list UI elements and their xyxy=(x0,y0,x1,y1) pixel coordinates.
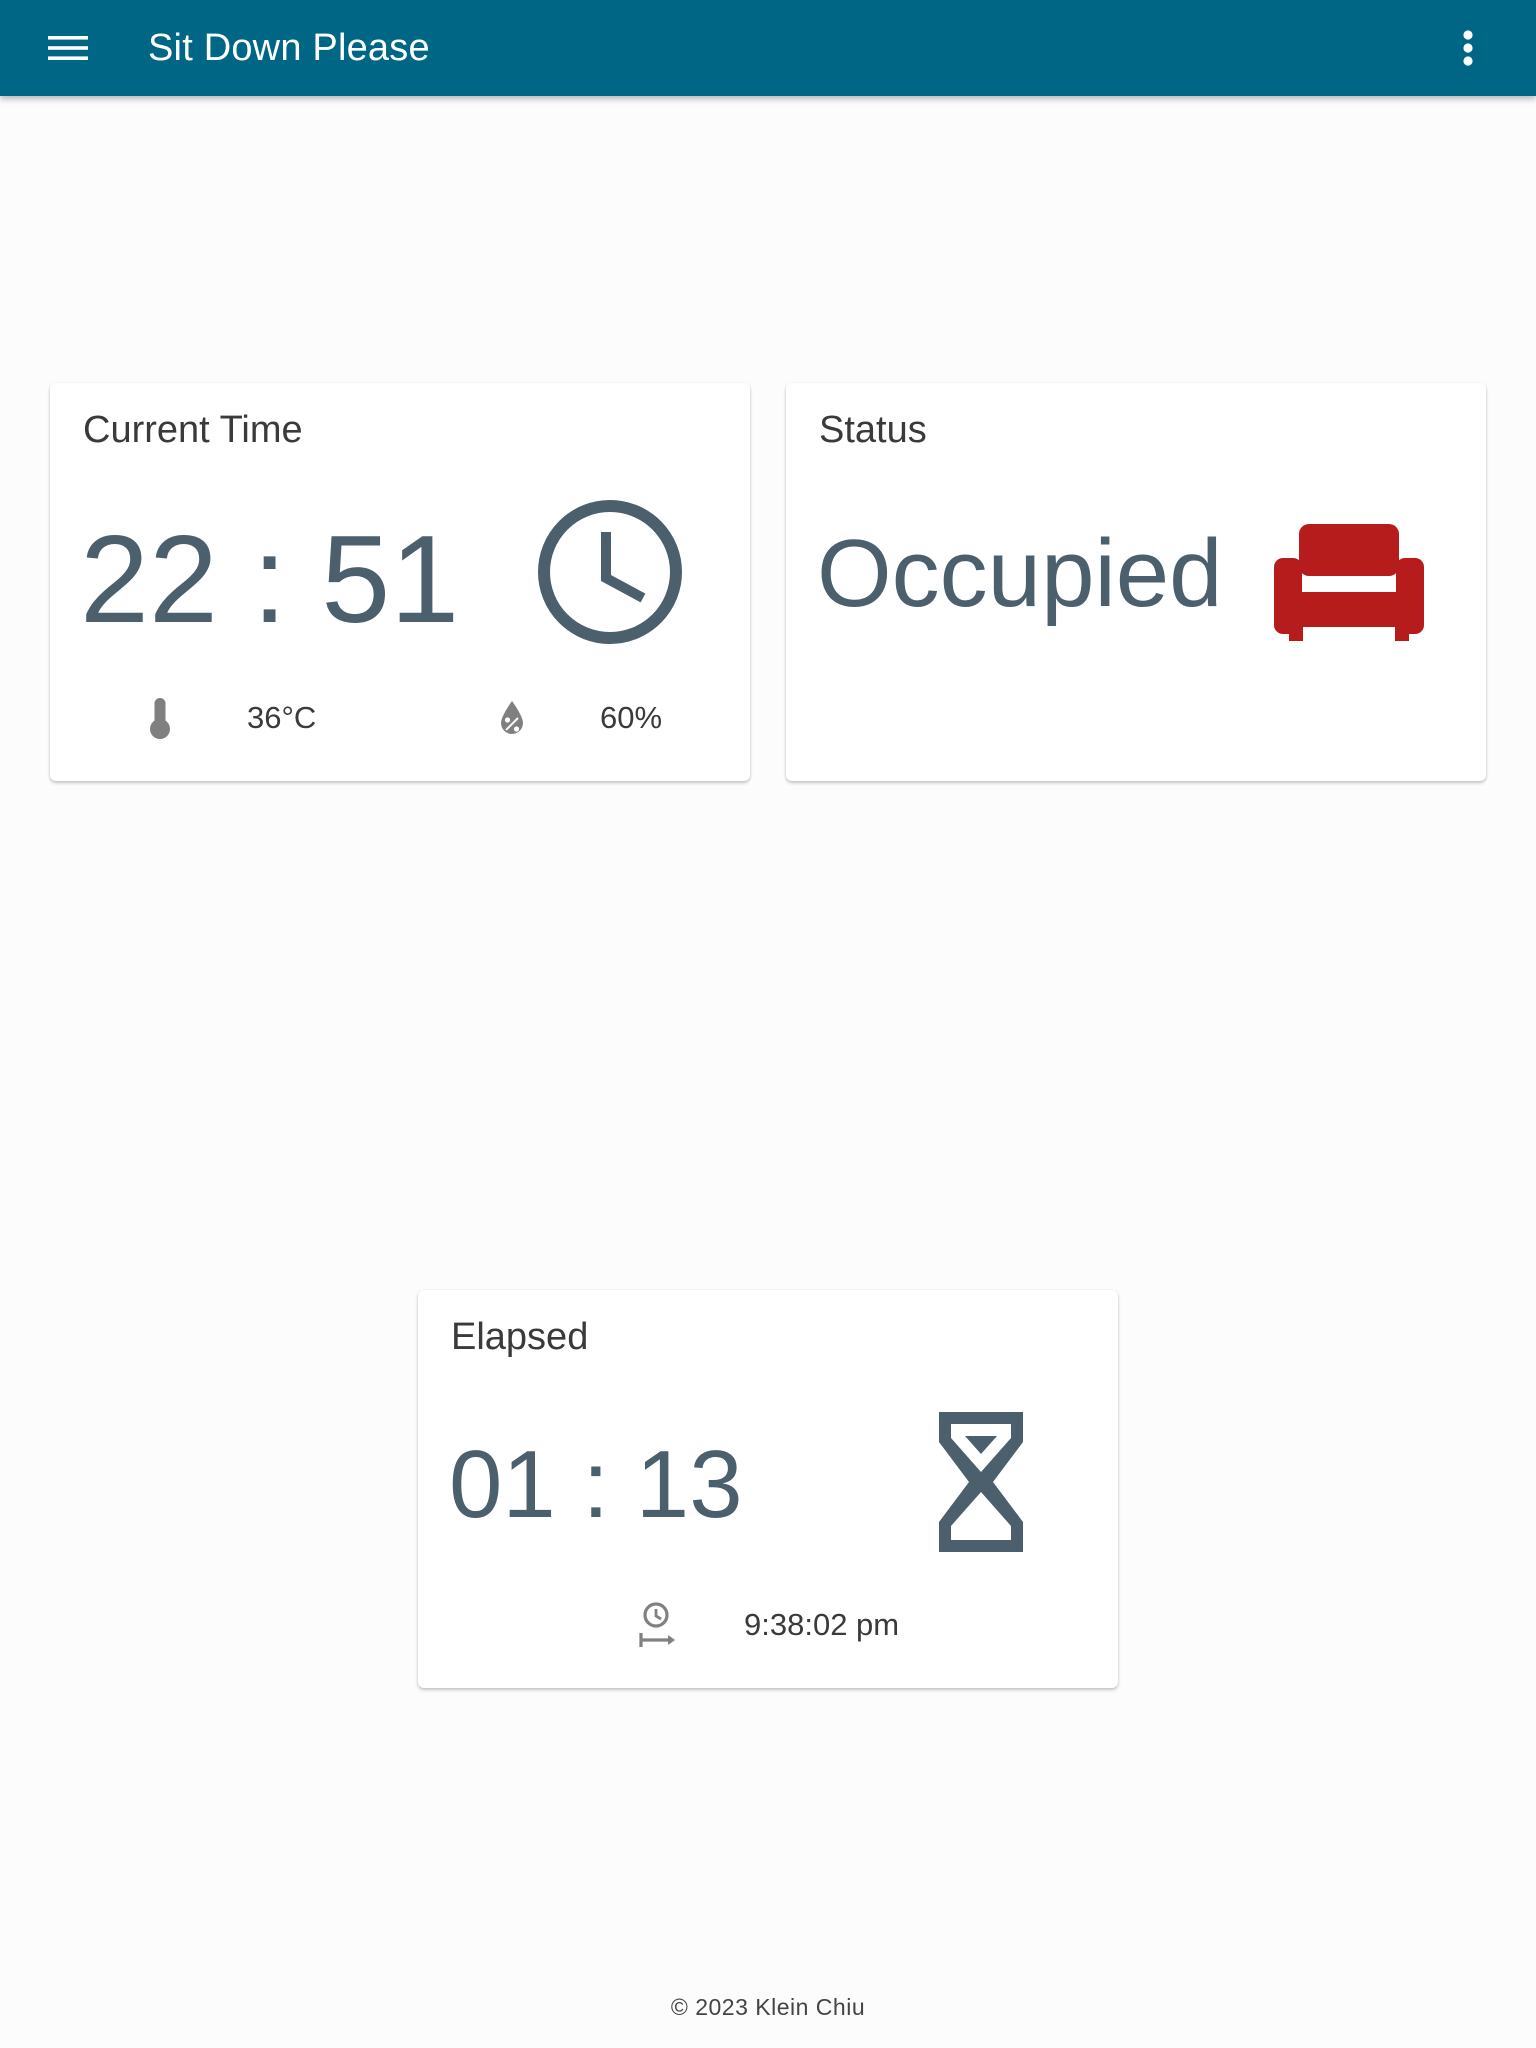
more-options-button[interactable] xyxy=(1442,24,1494,72)
start-time-value: 9:38:02 pm xyxy=(744,1607,900,1642)
sofa-icon xyxy=(1274,524,1424,641)
menu-button[interactable] xyxy=(36,24,100,72)
elapsed-card: Elapsed 01 : 13 9:38:02 pm xyxy=(418,1290,1118,1688)
humidity-value: 60% xyxy=(600,700,663,735)
clock-icon xyxy=(538,500,682,644)
thermometer-icon xyxy=(150,698,170,739)
current-time-value: 22 : 51 xyxy=(80,511,460,649)
status-value: Occupied xyxy=(817,520,1223,627)
temperature-value: 36°C xyxy=(247,700,317,735)
humidity-icon xyxy=(501,701,523,734)
menu-icon xyxy=(48,36,88,60)
app-title: Sit Down Please xyxy=(148,27,430,69)
hourglass-icon xyxy=(939,1412,1023,1552)
status-card: Status Occupied xyxy=(786,383,1486,781)
elapsed-title: Elapsed xyxy=(451,1316,589,1358)
more-vert-icon xyxy=(1463,30,1473,66)
status-title: Status xyxy=(819,409,927,451)
current-time-card: Current Time 22 : 51 36°C 60% xyxy=(50,383,750,781)
start-timer-icon xyxy=(639,1602,675,1647)
footer-copyright: © 2023 Klein Chiu xyxy=(670,1994,866,2020)
elapsed-value: 01 : 13 xyxy=(449,1431,743,1538)
current-time-title: Current Time xyxy=(83,409,303,451)
app-bar: Sit Down Please xyxy=(0,0,1536,96)
